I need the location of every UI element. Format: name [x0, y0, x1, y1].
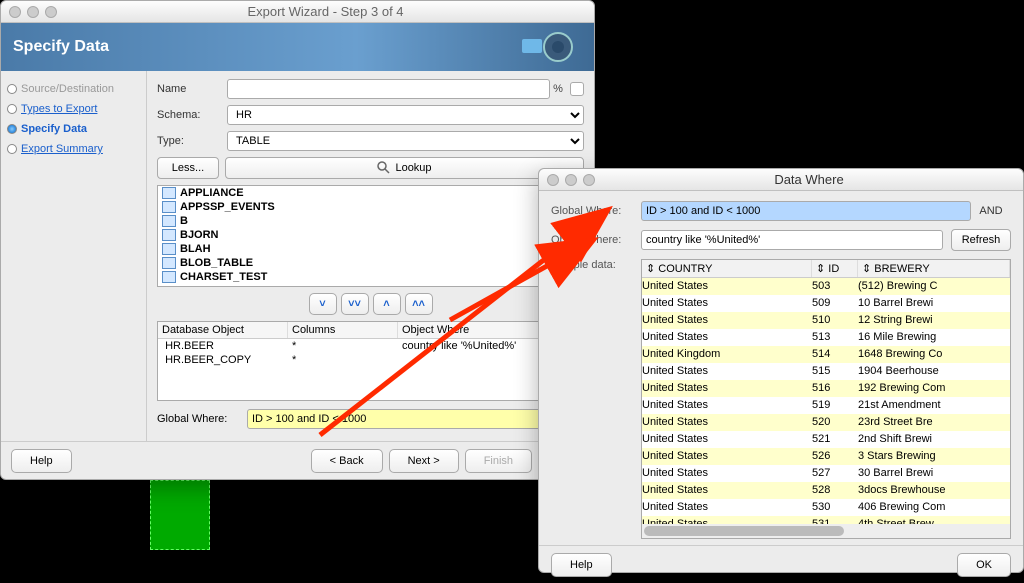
wizard-title: Export Wizard - Step 3 of 4: [57, 4, 594, 19]
global-where-input[interactable]: [247, 409, 584, 429]
list-item: CHARSET_TEST: [158, 270, 583, 284]
global-where-label: Global Where:: [157, 413, 247, 425]
name-label: Name: [157, 83, 227, 95]
move-up-button[interactable]: ˄: [373, 293, 401, 315]
list-item: APPSSP_EVENTS: [158, 200, 583, 214]
move-down-button[interactable]: ˅: [309, 293, 337, 315]
table-row[interactable]: United States51012 String Brewi: [642, 312, 1010, 329]
zoom-icon[interactable]: [583, 174, 595, 186]
lookup-icon: [377, 161, 391, 175]
dw-titlebar[interactable]: Data Where: [539, 169, 1023, 191]
table-row[interactable]: United States50910 Barrel Brewi: [642, 295, 1010, 312]
wizard-titlebar[interactable]: Export Wizard - Step 3 of 4: [1, 1, 594, 23]
back-button[interactable]: < Back: [311, 449, 383, 473]
minimize-icon[interactable]: [27, 6, 39, 18]
dw-global-input[interactable]: [641, 201, 971, 221]
nav-step-types[interactable]: Types to Export: [5, 99, 142, 119]
wizard-header: Specify Data: [1, 23, 594, 71]
dw-object-input[interactable]: [641, 230, 943, 250]
less-button[interactable]: Less...: [157, 157, 219, 179]
table-row[interactable]: United States5283docs Brewhouse: [642, 482, 1010, 499]
dw-title: Data Where: [595, 172, 1023, 187]
table-row[interactable]: United States51921st Amendment: [642, 397, 1010, 414]
move-all-up-button[interactable]: ˄˄: [405, 293, 433, 315]
col-header-brewery[interactable]: ⇕ BREWERY: [858, 260, 1010, 277]
list-item: BLOB_TABLE: [158, 256, 583, 270]
table-row[interactable]: United States5151904 Beerhouse: [642, 363, 1010, 380]
table-row[interactable]: United States5212nd Shift Brewi: [642, 431, 1010, 448]
nav-step-specify[interactable]: Specify Data: [5, 119, 142, 139]
list-item: APPLIANCE: [158, 186, 583, 200]
zoom-icon[interactable]: [45, 6, 57, 18]
table-icon: [162, 201, 176, 213]
horizontal-scrollbar[interactable]: [642, 524, 1010, 538]
close-icon[interactable]: [9, 6, 21, 18]
and-label: AND: [971, 205, 1011, 217]
dw-object-label: Object Where:: [551, 234, 641, 246]
table-icon: [162, 243, 176, 255]
schema-select[interactable]: HR: [227, 105, 584, 125]
background-green-bar: [150, 480, 210, 550]
table-row[interactable]: United States516192 Brewing Com: [642, 380, 1010, 397]
help-button[interactable]: Help: [11, 449, 72, 473]
wizard-nav: Source/Destination Types to Export Speci…: [1, 71, 147, 441]
dw-help-button[interactable]: Help: [551, 553, 612, 577]
percent-label: %: [550, 83, 566, 95]
nav-step-source: Source/Destination: [5, 79, 142, 99]
table-row: HR.BEER_COPY *: [158, 353, 583, 367]
col-header-id[interactable]: ⇕ ID: [812, 260, 858, 277]
move-all-down-button[interactable]: ˅˅: [341, 293, 369, 315]
name-input[interactable]: [227, 79, 550, 99]
table-icon: [162, 215, 176, 227]
table-row[interactable]: United States52023rd Street Bre: [642, 414, 1010, 431]
sample-data-table[interactable]: ⇕ COUNTRY ⇕ ID ⇕ BREWERY United States50…: [641, 259, 1011, 539]
col-header-columns: Columns: [288, 322, 398, 338]
minimize-icon[interactable]: [565, 174, 577, 186]
table-icon: [162, 257, 176, 269]
list-item: BJORN: [158, 228, 583, 242]
data-where-dialog: Data Where Global Where: AND Object Wher…: [538, 168, 1024, 573]
export-wizard-window: Export Wizard - Step 3 of 4 Specify Data…: [0, 0, 595, 480]
col-header-object: Database Object: [158, 322, 288, 338]
dw-global-label: Global Where:: [551, 205, 641, 217]
next-button[interactable]: Next >: [389, 449, 459, 473]
selected-table[interactable]: Database Object Columns Object Where HR.…: [157, 321, 584, 401]
table-row[interactable]: United States51316 Mile Brewing: [642, 329, 1010, 346]
list-item: BLAH: [158, 242, 583, 256]
ok-button[interactable]: OK: [957, 553, 1011, 577]
table-row[interactable]: United Kingdom5141648 Brewing Co: [642, 346, 1010, 363]
table-row[interactable]: United States503(512) Brewing C: [642, 278, 1010, 295]
type-select[interactable]: TABLE: [227, 131, 584, 151]
col-header-country[interactable]: ⇕ COUNTRY: [642, 260, 812, 277]
refresh-button[interactable]: Refresh: [951, 229, 1011, 251]
gear-icon: [516, 29, 576, 65]
name-checkbox[interactable]: [570, 82, 584, 96]
list-item: B: [158, 214, 583, 228]
table-icon: [162, 187, 176, 199]
object-list[interactable]: APPLIANCE APPSSP_EVENTS B BJORN BLAH BLO…: [157, 185, 584, 287]
sample-data-label: Sample data:: [551, 259, 641, 271]
table-icon: [162, 271, 176, 283]
schema-label: Schema:: [157, 109, 227, 121]
table-row[interactable]: United States5263 Stars Brewing: [642, 448, 1010, 465]
close-icon[interactable]: [547, 174, 559, 186]
table-row[interactable]: United States52730 Barrel Brewi: [642, 465, 1010, 482]
type-label: Type:: [157, 135, 227, 147]
lookup-button[interactable]: Lookup: [225, 157, 584, 179]
table-row[interactable]: United States530406 Brewing Com: [642, 499, 1010, 516]
nav-step-summary[interactable]: Export Summary: [5, 139, 142, 159]
table-row: HR.BEER * country like '%United%': [158, 339, 583, 353]
wizard-header-text: Specify Data: [13, 38, 109, 56]
finish-button: Finish: [465, 449, 532, 473]
table-icon: [162, 229, 176, 241]
